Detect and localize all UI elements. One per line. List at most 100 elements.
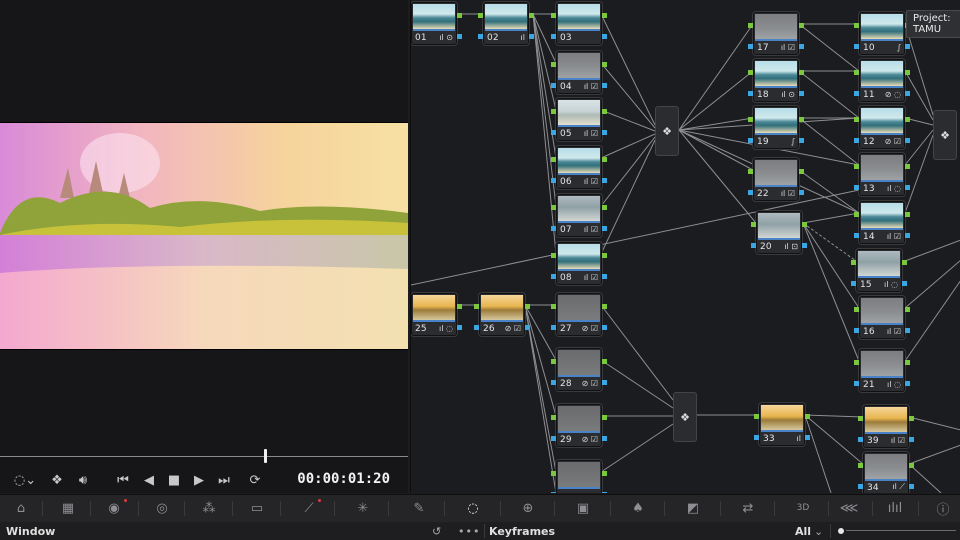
node-03[interactable]: 03	[556, 2, 602, 45]
node-key-input-pin[interactable]	[854, 185, 859, 190]
step-back-icon[interactable]: ◀	[138, 468, 160, 492]
hdr-wheels-icon[interactable]: ◎	[149, 498, 175, 518]
node-input-pin[interactable]	[854, 212, 859, 217]
node-key-input-pin[interactable]	[748, 138, 753, 143]
node-key-input-pin[interactable]	[551, 34, 556, 39]
layers-icon[interactable]: ❖	[46, 468, 68, 492]
node-output-pin[interactable]	[525, 304, 530, 309]
node-key-input-pin[interactable]	[551, 83, 556, 88]
blur-icon[interactable]: ♠	[625, 498, 651, 518]
node-key-output-pin[interactable]	[602, 325, 607, 330]
node-input-pin[interactable]	[551, 304, 556, 309]
chevron-down-icon[interactable]: ⌄	[814, 525, 823, 538]
node-key-output-pin[interactable]	[799, 138, 804, 143]
node-26[interactable]: 26 ⊘ ☑	[479, 293, 525, 336]
node-key-output-pin[interactable]	[799, 44, 804, 49]
node-input-pin[interactable]	[851, 260, 856, 265]
loop-icon[interactable]: ⟳	[244, 468, 266, 492]
node-key-output-pin[interactable]	[905, 233, 910, 238]
node-output-pin[interactable]	[602, 13, 607, 18]
zoom-slider-handle[interactable]	[838, 528, 844, 534]
node-input-pin[interactable]	[551, 13, 556, 18]
node-key-output-pin[interactable]	[602, 178, 607, 183]
node-key-output-pin[interactable]	[602, 34, 607, 39]
node-output-pin[interactable]	[799, 169, 804, 174]
node-14[interactable]: 14 ıl ☑	[859, 201, 905, 244]
node-22[interactable]: 22 ıl ☑	[753, 158, 799, 201]
node-input-pin[interactable]	[854, 70, 859, 75]
node-key-input-pin[interactable]	[854, 44, 859, 49]
node-key-input-pin[interactable]	[410, 34, 411, 39]
node-output-pin[interactable]	[602, 157, 607, 162]
node-output-pin[interactable]	[802, 222, 807, 227]
node-key-input-pin[interactable]	[748, 190, 753, 195]
node-key-output-pin[interactable]	[602, 380, 607, 385]
scopes-icon[interactable]: ılıl	[882, 498, 908, 518]
playhead-handle[interactable]	[264, 449, 267, 463]
node-key-output-pin[interactable]	[905, 44, 910, 49]
node-key-output-pin[interactable]	[457, 34, 462, 39]
node-key-input-pin[interactable]	[748, 91, 753, 96]
node-output-pin[interactable]	[602, 205, 607, 210]
node-25[interactable]: 25 ıl ◌	[411, 293, 457, 336]
skip-forward-icon[interactable]: ⏭︎	[213, 468, 235, 492]
node-output-pin[interactable]	[602, 415, 607, 420]
rgb-mixer-icon[interactable]: ⁂	[196, 498, 222, 518]
node-input-pin[interactable]	[551, 253, 556, 258]
key-icon[interactable]: ◩	[680, 498, 706, 518]
3d-icon[interactable]: 3D	[790, 498, 816, 518]
node-19[interactable]: 19 ∫	[753, 106, 799, 149]
zoom-slider-track[interactable]	[846, 530, 956, 531]
node-input-pin[interactable]	[854, 307, 859, 312]
reset-icon[interactable]: ↺	[432, 525, 441, 538]
node-34[interactable]: 34 ıl ⟋	[863, 452, 909, 493]
node-key-input-pin[interactable]	[551, 274, 556, 279]
node-key-output-pin[interactable]	[525, 325, 530, 330]
node-key-output-pin[interactable]	[602, 492, 607, 493]
node-output-pin[interactable]	[905, 360, 910, 365]
node-key-output-pin[interactable]	[602, 226, 607, 231]
node-key-output-pin[interactable]	[905, 138, 910, 143]
node-10[interactable]: 10 ∫	[859, 12, 905, 55]
node-output-pin[interactable]	[457, 304, 462, 309]
node-17[interactable]: 17 ıl ☑	[753, 12, 799, 55]
node-output-pin[interactable]	[805, 414, 810, 419]
node-08[interactable]: 08 ıl ☑	[556, 242, 602, 285]
node-20[interactable]: 20 ıl ⊡	[756, 211, 802, 254]
node-input-pin[interactable]	[751, 222, 756, 227]
node-key-input-pin[interactable]	[551, 130, 556, 135]
node-16[interactable]: 16 ıl ☑	[859, 296, 905, 339]
window-icon[interactable]: ◌	[460, 498, 486, 518]
clip-select-icon[interactable]: ◌⌄	[10, 468, 40, 492]
node-key-output-pin[interactable]	[602, 83, 607, 88]
node-input-pin[interactable]	[410, 304, 411, 309]
node-input-pin[interactable]	[858, 416, 863, 421]
node-key-input-pin[interactable]	[851, 281, 856, 286]
volume-icon[interactable]: 🔊︎	[72, 468, 94, 492]
node-input-pin[interactable]	[474, 304, 479, 309]
node-output-pin[interactable]	[902, 260, 907, 265]
node-input-pin[interactable]	[748, 117, 753, 122]
node-key-input-pin[interactable]	[854, 233, 859, 238]
node-input-pin[interactable]	[748, 70, 753, 75]
node-key-input-pin[interactable]	[854, 328, 859, 333]
node-key-input-pin[interactable]	[858, 484, 863, 489]
node-key-input-pin[interactable]	[551, 178, 556, 183]
node-01[interactable]: 01 ıl ⊙	[411, 2, 457, 45]
color-warper-icon[interactable]: ✳	[350, 498, 376, 518]
node-input-pin[interactable]	[858, 463, 863, 468]
node-output-pin[interactable]	[799, 23, 804, 28]
node-key-input-pin[interactable]	[551, 436, 556, 441]
magic-mask-icon[interactable]: ▣	[570, 498, 596, 518]
node-output-pin[interactable]	[602, 359, 607, 364]
node-graph[interactable]: 01 ıl ⊙ 02 ıl 03 04 ıl ☑ 05 ıl ☑ 06 ıl ☑ 07 ıl ☑ 08 ıl…	[410, 0, 960, 493]
node-key-output-pin[interactable]	[905, 381, 910, 386]
layer-mixer-node[interactable]: ❖	[673, 392, 697, 442]
node-key-input-pin[interactable]	[478, 34, 483, 39]
node-output-pin[interactable]	[457, 13, 462, 18]
motion-effects-icon[interactable]: ▭	[244, 498, 270, 518]
node-input-pin[interactable]	[551, 157, 556, 162]
node-key-input-pin[interactable]	[551, 226, 556, 231]
node-30[interactable]	[556, 460, 602, 493]
node-key-output-pin[interactable]	[799, 91, 804, 96]
